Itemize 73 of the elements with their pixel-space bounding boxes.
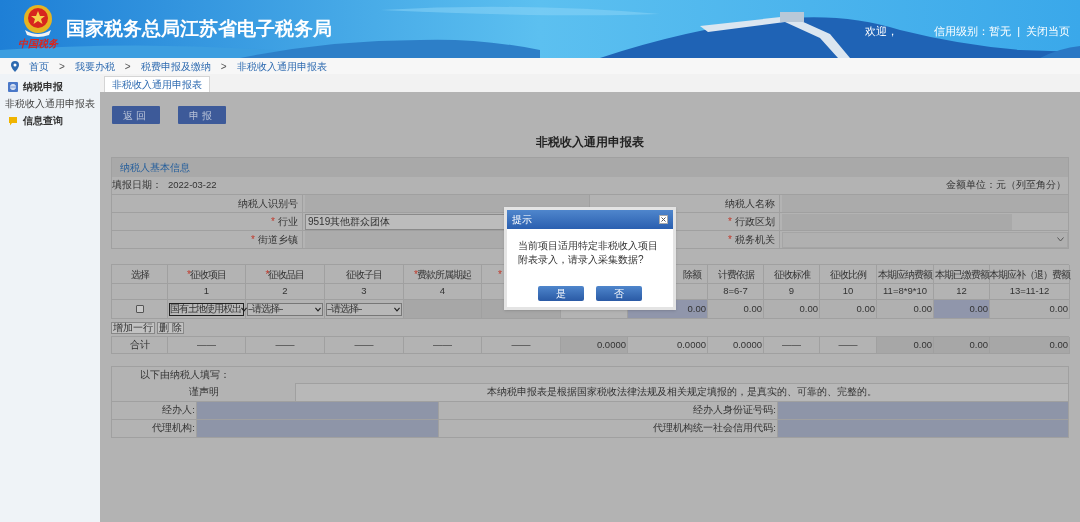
field-label: 纳税人识别号: [112, 194, 303, 212]
column-header: 本期已缴费额: [934, 265, 990, 284]
action-button[interactable]: 返回: [112, 106, 160, 124]
date-value: 2022-03-22: [168, 178, 217, 193]
column-header: 征收标准: [764, 265, 820, 284]
breadcrumb-link[interactable]: 我要办税: [74, 58, 115, 74]
table-cell: 0.00: [990, 300, 1070, 319]
separator: |: [1017, 24, 1020, 39]
field-label: 代理机构统一社会信用代码:: [652, 421, 777, 436]
sidebar-item[interactable]: 纳税申报: [0, 78, 100, 95]
sidebar-subitem[interactable]: 非税收入通用申报表: [0, 95, 100, 112]
amount-unit: 金额单位：元（列至角分）: [946, 178, 1066, 193]
total-cell: ——: [246, 337, 325, 354]
select-field[interactable]: --请选择--: [247, 302, 323, 316]
declaration-intro: 以下由纳税人填写：: [140, 367, 230, 382]
column-header: 选择: [112, 265, 168, 284]
breadcrumb-link[interactable]: 税费申报及缴纳: [140, 58, 211, 74]
breadcrumb-link[interactable]: 首页: [29, 58, 49, 74]
dialog-button[interactable]: 是: [538, 286, 584, 301]
table-cell: 3: [325, 284, 404, 300]
column-header: *征收品目: [246, 265, 325, 284]
dialog-title: 提示: [512, 213, 532, 227]
field-label: * 行业: [112, 212, 303, 230]
total-cell: ——: [764, 337, 820, 354]
logo-text: 中国税务: [18, 38, 58, 50]
breadcrumb-separator: >: [59, 59, 65, 74]
amount-input[interactable]: 0.00: [934, 300, 990, 319]
column-header: *费款所属期起: [404, 265, 482, 284]
total-label: 合计: [112, 337, 168, 354]
row-button[interactable]: 增加一行: [111, 322, 155, 334]
table-cell: 0.00: [877, 300, 934, 319]
declaration-statement: 本纳税申报表是根据国家税收法律法规及相关规定填报的，是真实的、可靠的、完整的。: [295, 383, 1068, 401]
total-cell: 0.0000: [628, 337, 708, 354]
total-cell: 0.00: [934, 337, 990, 354]
select-field[interactable]: 国有土地使用权出: [169, 302, 244, 316]
total-cell: ——: [325, 337, 404, 354]
site-title: 国家税务总局江苏省电子税务局: [66, 17, 332, 41]
breadcrumb-separator: >: [220, 59, 227, 74]
declaration-label: 谨声明: [188, 384, 219, 399]
table-cell: 2: [246, 284, 325, 300]
total-cell: 0.00: [877, 337, 934, 354]
field-label: * 街道乡镇: [112, 230, 303, 248]
column-header: *征收项目: [168, 265, 246, 284]
field-label: 经办人身份证号码:: [692, 403, 777, 418]
breadcrumb-link[interactable]: 非税收入通用申报表: [236, 58, 327, 74]
welcome-text: 欢迎，: [865, 24, 899, 39]
table-cell: 1: [168, 284, 246, 300]
section-title: 纳税人基本信息: [120, 161, 190, 175]
dialog-button[interactable]: 否: [596, 286, 642, 301]
column-header: 本期应纳费额: [877, 265, 934, 284]
field-label: 代理机构:: [151, 421, 196, 436]
total-cell: ——: [168, 337, 246, 354]
credit-level: 信用级别：暂无: [934, 24, 1012, 39]
action-button[interactable]: 申报: [178, 106, 226, 124]
column-header: 计费依据: [708, 265, 764, 284]
table-cell: 0.00: [764, 300, 820, 319]
select-field[interactable]: --请选择--: [326, 302, 402, 316]
sidebar-item[interactable]: 信息查询: [0, 112, 100, 129]
date-label: 填报日期：: [112, 178, 162, 193]
field-label: 经办人:: [161, 403, 196, 418]
tab[interactable]: 非税收入通用申报表: [104, 76, 210, 92]
total-cell: ——: [404, 337, 482, 354]
table-cell: 0.00: [820, 300, 877, 319]
total-cell: 0.0000: [561, 337, 628, 354]
table-cell: 0.00: [708, 300, 764, 319]
breadcrumb-separator: >: [124, 59, 131, 74]
column-header: 征收子目: [325, 265, 404, 284]
column-header: 本期应补（退）费额: [990, 265, 1070, 284]
form-title: 非税收入通用申报表: [536, 134, 644, 150]
row-button[interactable]: 删 除: [157, 322, 184, 334]
total-cell: 0.00: [990, 337, 1070, 354]
total-cell: 0.0000: [708, 337, 764, 354]
column-header: 征收比例: [820, 265, 877, 284]
